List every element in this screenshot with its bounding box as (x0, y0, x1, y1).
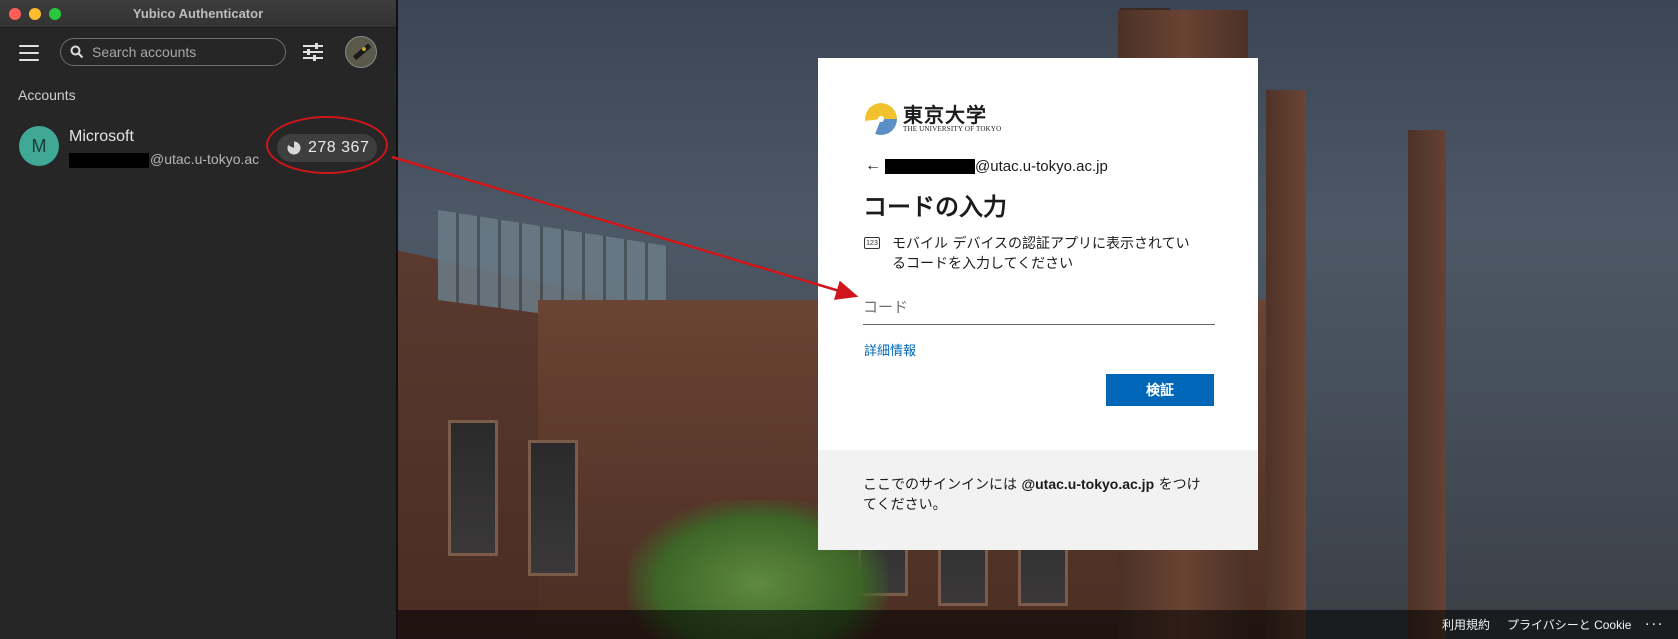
instruction-row: 123 モバイル デバイスの認証アプリに表示されているコードを入力してください (864, 234, 1202, 274)
identity-row: ← @utac.u-tokyo.ac.jp (865, 157, 1108, 175)
university-logo: 東京大学 THE UNIVERSITY OF TOKYO (865, 103, 1001, 135)
accounts-section-label: Accounts (18, 87, 76, 103)
countdown-pie-icon (287, 141, 301, 155)
account-email: @utac.u-tokyo.ac (150, 151, 260, 167)
ginkgo-logo-icon (865, 103, 897, 135)
domain-hint-prefix: ここでのサインインには (863, 477, 1022, 493)
window-titlebar: Yubico Authenticator (0, 0, 396, 28)
toolbar (0, 28, 396, 76)
redaction-box (885, 158, 975, 174)
search-input[interactable] (90, 43, 274, 61)
more-info-link[interactable]: 詳細情報 (864, 340, 916, 359)
account-avatar: M (19, 126, 59, 166)
window-title: Yubico Authenticator (132, 6, 264, 21)
domain-hint-text: ここでのサインインには @utac.u-tokyo.ac.jp をつけてください… (863, 474, 1213, 515)
domain-hint-domain: @utac.u-tokyo.ac.jp (1021, 476, 1155, 492)
yubikey-icon[interactable] (345, 36, 377, 68)
logo-english-text: THE UNIVERSITY OF TOKYO (903, 125, 1002, 133)
page-title: コードの入力 (863, 193, 1007, 221)
chimney (1266, 90, 1306, 639)
settings-sliders-icon[interactable] (302, 42, 324, 62)
search-field[interactable] (60, 38, 286, 66)
signin-card: 東京大学 THE UNIVERSITY OF TOKYO ← @utac.u-t… (818, 58, 1258, 550)
building-window (448, 420, 498, 556)
privacy-cookie-link[interactable]: プライバシーと Cookie (1507, 616, 1631, 633)
menu-icon[interactable] (19, 45, 39, 61)
account-row[interactable]: M Microsoft @utac.u-tokyo.ac 278 367 (0, 117, 396, 177)
keypad-icon: 123 (864, 237, 880, 249)
search-icon (70, 45, 84, 59)
building-window (528, 440, 578, 576)
back-arrow-icon[interactable]: ← (865, 157, 883, 175)
otp-code: 278 367 (308, 139, 370, 156)
code-input[interactable] (863, 290, 1215, 325)
chimney-right (1408, 130, 1446, 639)
instruction-text: モバイル デバイスの認証アプリに表示されているコードを入力してください (892, 236, 1190, 272)
yubico-window: Yubico Authenticator Accounts M (0, 0, 398, 639)
redaction-box (69, 153, 149, 168)
more-options-icon[interactable]: ... (1645, 612, 1664, 630)
account-name: Microsoft (69, 128, 134, 145)
otp-code-button[interactable]: 278 367 (277, 134, 377, 162)
verify-button[interactable]: 検証 (1106, 374, 1214, 406)
card-footer: ここでのサインインには @utac.u-tokyo.ac.jp をつけてください… (818, 450, 1258, 550)
identity-email: @utac.u-tokyo.ac.jp (975, 157, 1108, 175)
logo-japanese-text: 東京大学 (903, 103, 987, 127)
terms-link[interactable]: 利用規約 (1442, 616, 1490, 633)
